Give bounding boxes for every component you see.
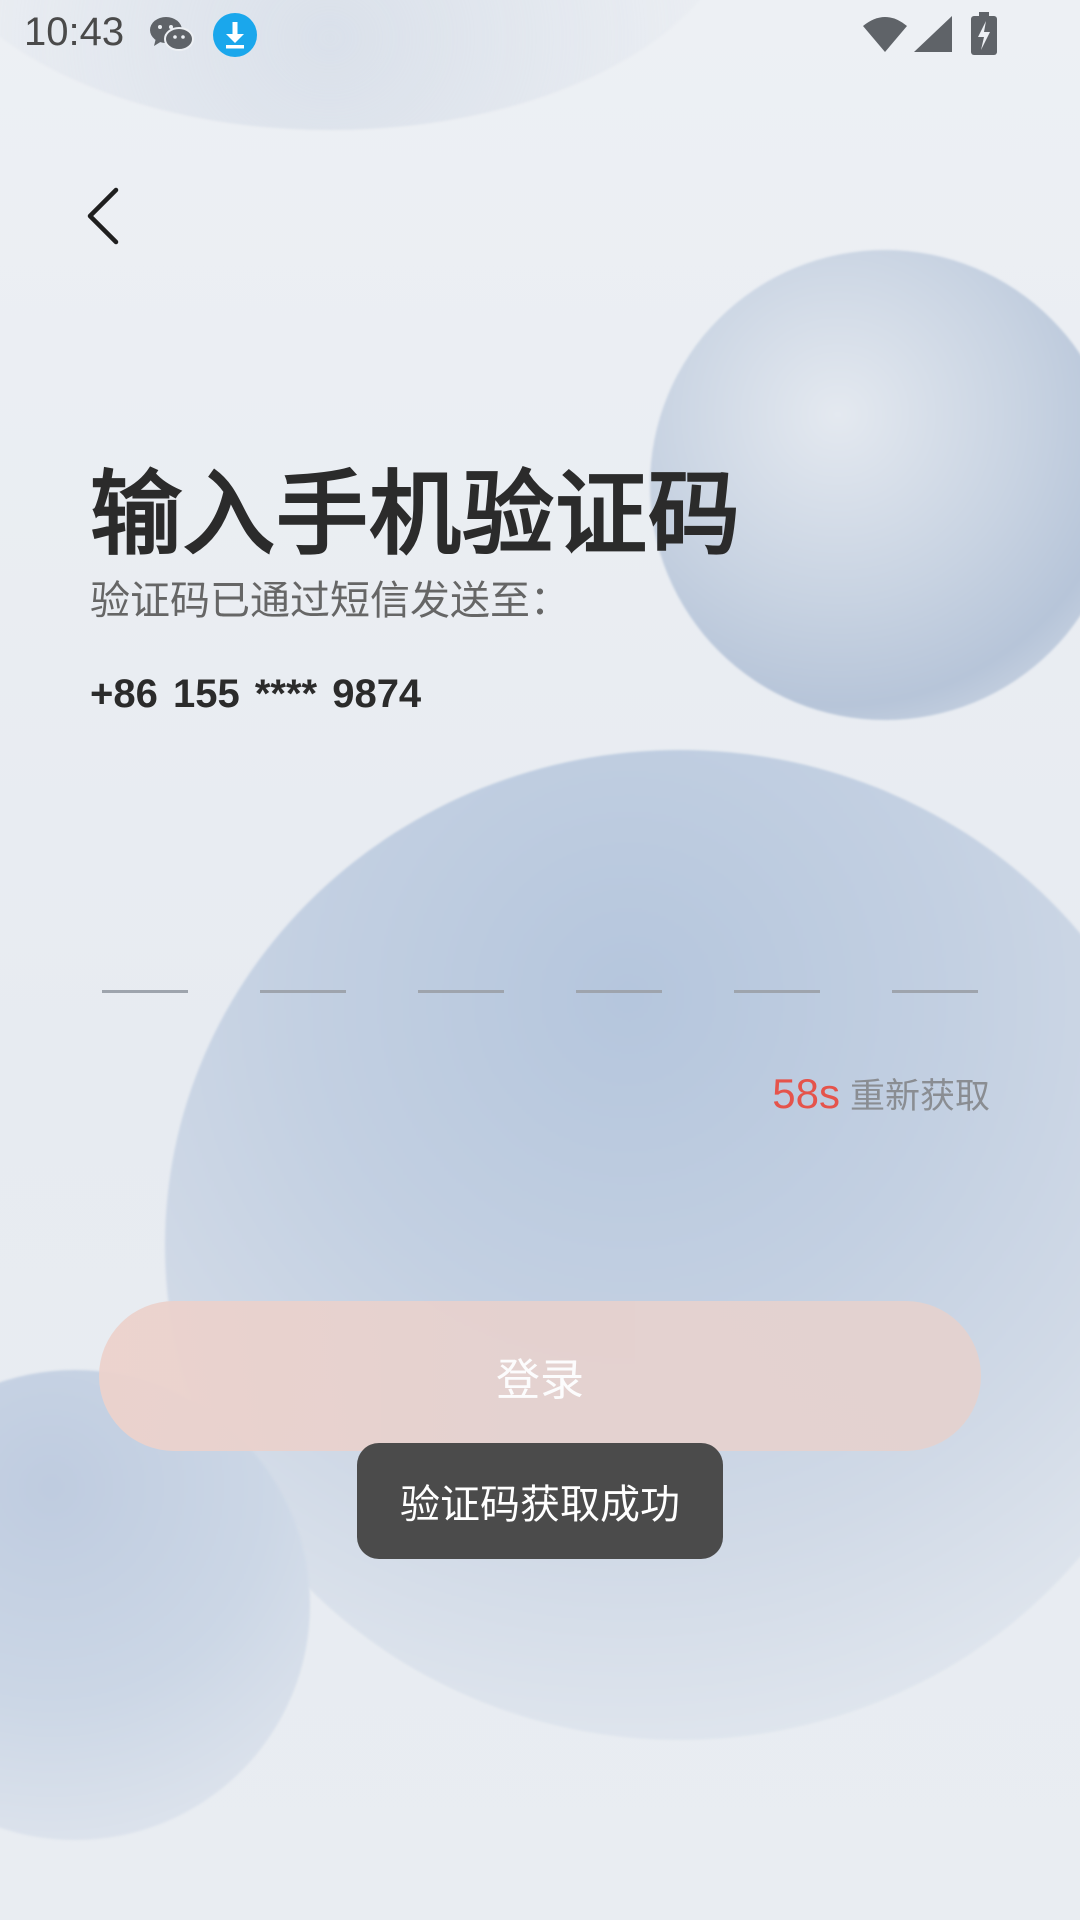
code-digit-1[interactable] <box>102 960 188 993</box>
page-subtitle: 验证码已通过短信发送至： <box>90 578 570 624</box>
code-digit-6[interactable] <box>892 960 978 993</box>
code-digit-2[interactable] <box>260 960 346 993</box>
code-digit-3[interactable] <box>418 960 504 993</box>
battery-charging-icon <box>971 12 997 55</box>
resend-code-button[interactable]: 重新获取 <box>850 1077 990 1117</box>
wifi-icon <box>863 17 907 52</box>
resend-row: 58s 重新获取 <box>700 1068 990 1119</box>
verification-code-input <box>102 960 978 993</box>
login-button[interactable]: 登录 <box>99 1301 981 1451</box>
toast-message: 验证码获取成功 <box>357 1443 723 1559</box>
download-icon <box>213 13 257 57</box>
wechat-icon <box>150 17 194 51</box>
status-bar: 10:43 <box>0 0 1080 72</box>
signal-icon <box>914 16 952 52</box>
back-button[interactable] <box>80 186 130 246</box>
countdown-timer: 58s <box>772 1070 840 1117</box>
chevron-left-icon <box>87 187 119 245</box>
status-time: 10:43 <box>24 10 125 54</box>
code-digit-5[interactable] <box>734 960 820 993</box>
code-digit-4[interactable] <box>576 960 662 993</box>
phone-number: +86 155 **** 9874 <box>90 672 422 716</box>
page-title: 输入手机验证码 <box>90 461 742 568</box>
